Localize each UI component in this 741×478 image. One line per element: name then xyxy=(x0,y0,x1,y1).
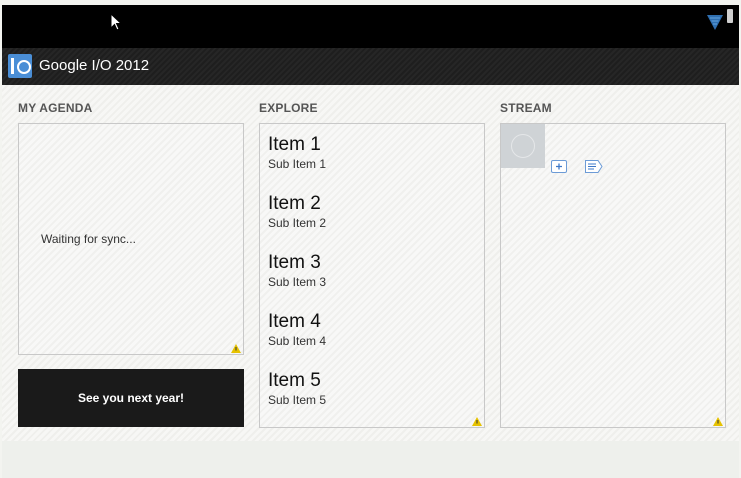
item-title: Item 5 xyxy=(268,370,321,391)
explore-list-item[interactable]: Item 5 Sub Item 5 xyxy=(268,370,326,407)
item-subtitle: Sub Item 5 xyxy=(268,393,327,407)
explore-list-item[interactable]: Item 1 Sub Item 1 xyxy=(268,134,326,171)
wifi-icon xyxy=(707,15,723,30)
item-title: Item 4 xyxy=(268,311,321,332)
bottom-strip xyxy=(2,441,739,478)
item-title: Item 1 xyxy=(268,134,321,155)
app-screen: Google I/O 2012 MY AGENDA Waiting for sy… xyxy=(2,5,739,478)
action-bar: Google I/O 2012 xyxy=(2,48,739,85)
explore-list-item[interactable]: Item 3 Sub Item 3 xyxy=(268,252,326,289)
item-subtitle: Sub Item 1 xyxy=(268,157,327,171)
note-icon[interactable] xyxy=(585,160,603,173)
status-bar xyxy=(2,5,739,48)
explore-list-item[interactable]: Item 2 Sub Item 2 xyxy=(268,193,326,230)
dashboard-content: MY AGENDA Waiting for sync... See you ne… xyxy=(2,85,739,441)
item-subtitle: Sub Item 4 xyxy=(268,334,327,348)
warning-icon xyxy=(231,344,241,353)
item-title: Item 3 xyxy=(268,252,321,273)
agenda-header: MY AGENDA xyxy=(18,101,93,115)
explore-panel: Item 1 Sub Item 1 Item 2 Sub Item 2 Item… xyxy=(259,123,485,428)
stream-header: STREAM xyxy=(500,101,552,115)
item-subtitle: Sub Item 3 xyxy=(268,275,327,289)
google-plus-icon[interactable] xyxy=(551,160,567,173)
see-you-next-year-button[interactable]: See you next year! xyxy=(18,369,244,427)
cursor-icon xyxy=(110,13,122,31)
explore-list-item[interactable]: Item 4 Sub Item 4 xyxy=(268,311,326,348)
warning-icon xyxy=(472,417,482,426)
explore-header: EXPLORE xyxy=(259,101,318,115)
avatar-placeholder-icon xyxy=(501,124,545,168)
sync-status-text: Waiting for sync... xyxy=(41,232,136,246)
warning-icon xyxy=(713,417,723,426)
item-subtitle: Sub Item 2 xyxy=(268,216,327,230)
stream-panel xyxy=(500,123,726,428)
agenda-panel: Waiting for sync... xyxy=(18,123,244,355)
item-title: Item 2 xyxy=(268,193,321,214)
google-io-logo-icon[interactable] xyxy=(8,54,32,78)
app-title: Google I/O 2012 xyxy=(39,57,150,74)
battery-icon xyxy=(727,9,733,23)
